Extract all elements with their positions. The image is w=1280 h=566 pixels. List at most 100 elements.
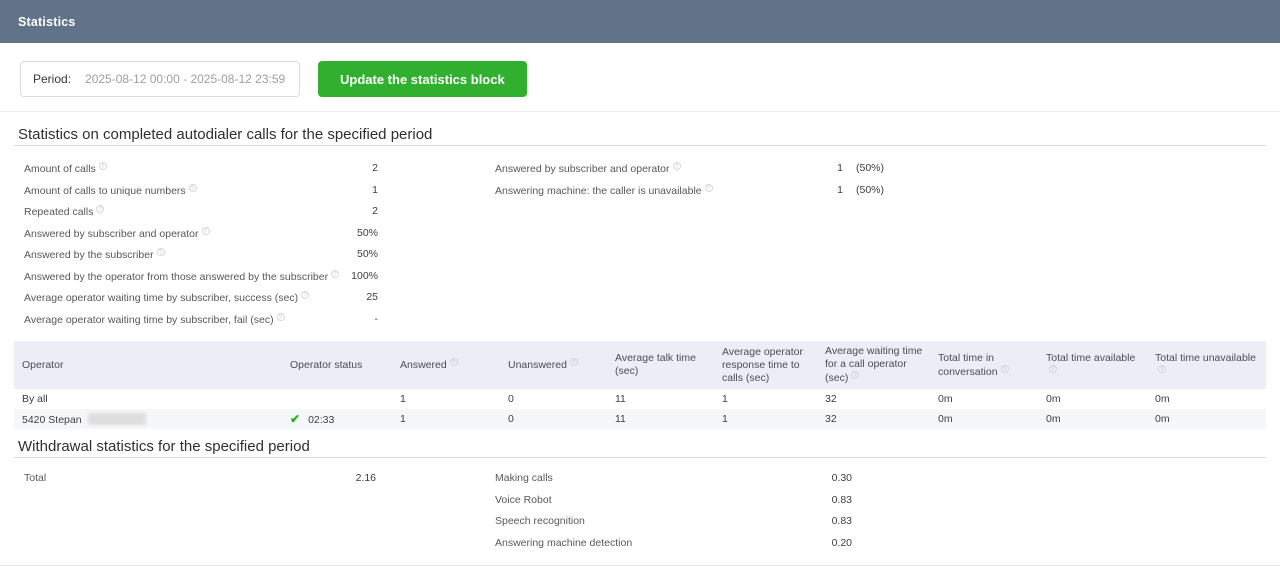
value-cell: 32 bbox=[817, 409, 930, 429]
withdrawal-item-value: 0.30 bbox=[827, 472, 852, 484]
update-statistics-button[interactable]: Update the statistics block bbox=[318, 61, 527, 97]
info-icon[interactable]: ? bbox=[1158, 365, 1166, 373]
value-cell: 0m bbox=[930, 409, 1038, 429]
stat-value: - bbox=[375, 313, 379, 325]
autodialer-stats: Amount of calls? 2 Amount of calls to uniq… bbox=[0, 146, 1280, 341]
period-label: Period: bbox=[33, 72, 71, 86]
stat-value: 50% bbox=[357, 248, 378, 260]
withdrawal-stats: Total 2.16 Making calls0.30Voice Robot0.… bbox=[0, 458, 1280, 566]
stat-label: Repeated calls? bbox=[24, 205, 366, 218]
stat-label: Answered by the operator from those answ… bbox=[24, 270, 345, 283]
value-cell: 1 bbox=[714, 409, 817, 429]
withdrawal-item-row: Making calls0.30 bbox=[495, 472, 875, 494]
withdrawal-item-row: Answering machine detection0.20 bbox=[495, 537, 875, 559]
stat-label: Answered by the subscriber? bbox=[24, 248, 351, 261]
value-cell: 0m bbox=[1038, 389, 1147, 409]
operators-table: OperatorOperator statusAnswered?Unanswer… bbox=[14, 341, 1266, 429]
stat-label: Average operator waiting time by subscri… bbox=[24, 291, 360, 304]
stat-row: Answered by subscriber and operator?1 (50… bbox=[495, 162, 887, 184]
value-cell: 0m bbox=[1038, 409, 1147, 429]
stat-label: Answered by subscriber and operator? bbox=[495, 162, 827, 175]
operator-cell: By all bbox=[14, 389, 282, 409]
stat-value: 100% bbox=[351, 270, 378, 282]
info-icon[interactable]: ? bbox=[301, 291, 309, 299]
operator-cell: 5420 Stepan bbox=[14, 409, 282, 429]
column-header: Total time available? bbox=[1038, 341, 1147, 389]
value-cell: 0m bbox=[1147, 409, 1266, 429]
period-value[interactable]: 2025-08-12 00:00 - 2025-08-12 23:59 bbox=[85, 72, 285, 86]
withdrawal-section-title: Withdrawal statistics for the specified … bbox=[14, 429, 1266, 458]
info-icon[interactable]: ? bbox=[1049, 365, 1057, 373]
stat-row: Answered by the subscriber? 50% bbox=[24, 248, 378, 270]
stat-percent: (50%) bbox=[856, 162, 884, 174]
column-header: Answered? bbox=[392, 341, 500, 389]
stat-label: Answering machine: the caller is unavail… bbox=[495, 184, 827, 197]
stat-label: Average operator waiting time by subscri… bbox=[24, 313, 369, 326]
value-cell: 11 bbox=[607, 389, 714, 409]
stat-row: Answered by the operator from those answ… bbox=[24, 270, 378, 292]
stat-label: Amount of calls to unique numbers? bbox=[24, 184, 366, 197]
info-icon[interactable]: ? bbox=[1001, 365, 1009, 373]
stat-value: 2 bbox=[372, 162, 378, 174]
info-icon[interactable]: ? bbox=[705, 184, 713, 192]
column-header: Operator status bbox=[282, 341, 392, 389]
withdrawal-total-row: Total 2.16 bbox=[24, 472, 376, 494]
info-icon[interactable]: ? bbox=[673, 162, 681, 170]
withdrawal-item-value: 0.20 bbox=[827, 537, 852, 549]
info-icon[interactable]: ? bbox=[450, 358, 458, 366]
info-icon[interactable]: ? bbox=[202, 227, 210, 235]
column-header: Unanswered? bbox=[500, 341, 607, 389]
period-picker[interactable]: Period: 2025-08-12 00:00 - 2025-08-12 23… bbox=[20, 61, 300, 97]
column-header: Operator bbox=[14, 341, 282, 389]
withdrawal-items-column: Making calls0.30Voice Robot0.83Speech re… bbox=[495, 472, 875, 558]
withdrawal-item-label: Speech recognition bbox=[495, 515, 827, 527]
value-cell: 0 bbox=[500, 389, 607, 409]
stat-row: Average operator waiting time by subscri… bbox=[24, 313, 378, 335]
table-row: By all10111320m0m0m bbox=[14, 389, 1266, 409]
stat-value: 25 bbox=[366, 291, 378, 303]
info-icon[interactable]: ? bbox=[189, 184, 197, 192]
operator-status-cell bbox=[282, 389, 392, 409]
value-cell: 0m bbox=[930, 389, 1038, 409]
checkmark-icon: ✔ bbox=[290, 412, 300, 426]
withdrawal-item-value: 0.83 bbox=[827, 515, 852, 527]
info-icon[interactable]: ? bbox=[96, 205, 104, 213]
info-icon[interactable]: ? bbox=[570, 358, 578, 366]
column-header: Total time in conversation? bbox=[930, 341, 1038, 389]
info-icon[interactable]: ? bbox=[851, 371, 859, 379]
table-row: 5420 Stepan✔02:3310111320m0m0m bbox=[14, 409, 1266, 429]
stat-row: Amount of calls? 2 bbox=[24, 162, 378, 184]
value-cell: 1 bbox=[714, 389, 817, 409]
autodialer-stats-right-column: Answered by subscriber and operator?1 (50… bbox=[495, 162, 887, 205]
stat-percent: (50%) bbox=[856, 184, 884, 196]
info-icon[interactable]: ? bbox=[277, 313, 285, 321]
operator-status-cell: ✔02:33 bbox=[282, 409, 392, 429]
value-cell: 0m bbox=[1147, 389, 1266, 409]
stat-value: 1 bbox=[827, 162, 843, 174]
toolbar: Period: 2025-08-12 00:00 - 2025-08-12 23… bbox=[0, 43, 1280, 112]
topbar: Statistics bbox=[0, 0, 1280, 43]
page-title: Statistics bbox=[18, 15, 76, 29]
value-cell: 32 bbox=[817, 389, 930, 409]
stat-value: 1 bbox=[827, 184, 843, 196]
value-cell: 11 bbox=[607, 409, 714, 429]
info-icon[interactable]: ? bbox=[157, 248, 165, 256]
withdrawal-item-label: Making calls bbox=[495, 472, 827, 484]
withdrawal-item-label: Voice Robot bbox=[495, 494, 827, 506]
info-icon[interactable]: ? bbox=[99, 162, 107, 170]
value-cell: 1 bbox=[392, 389, 500, 409]
column-header: Average waiting time for a call operator… bbox=[817, 341, 930, 389]
column-header: Average operator response time to calls … bbox=[714, 341, 817, 389]
withdrawal-total-label: Total bbox=[24, 472, 350, 484]
info-icon[interactable]: ? bbox=[331, 270, 339, 278]
column-header: Average talk time (sec) bbox=[607, 341, 714, 389]
stat-label: Amount of calls? bbox=[24, 162, 366, 175]
column-header: Total time unavailable? bbox=[1147, 341, 1266, 389]
operators-table-header-row: OperatorOperator statusAnswered?Unanswer… bbox=[14, 341, 1266, 389]
stat-value: 2 bbox=[372, 205, 378, 217]
redacted-surname bbox=[88, 413, 146, 425]
stat-value: 50% bbox=[357, 227, 378, 239]
stat-row: Repeated calls? 2 bbox=[24, 205, 378, 227]
withdrawal-total-column: Total 2.16 bbox=[24, 472, 376, 494]
autodialer-stats-left-column: Amount of calls? 2 Amount of calls to uniq… bbox=[24, 162, 378, 334]
